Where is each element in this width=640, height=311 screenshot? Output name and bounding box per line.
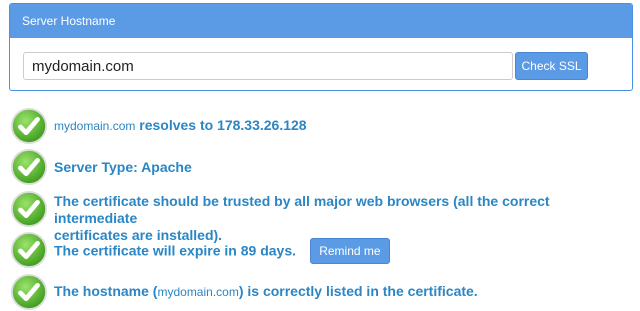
hostname-after: ) is correctly listed in the certificate…	[238, 283, 478, 299]
resolves-text: resolves to 178.33.26.128	[135, 117, 307, 133]
hostname-input[interactable]	[23, 52, 513, 80]
check-icon	[10, 107, 48, 145]
check-icon	[10, 273, 48, 311]
expiry-text: The certificate will expire in 89 days.	[54, 242, 296, 259]
server-hostname-panel: Server Hostname Check SSL	[9, 3, 633, 91]
panel-header: Server Hostname	[10, 4, 632, 38]
check-icon	[10, 190, 48, 228]
result-text: Server Type: Apache	[54, 159, 192, 175]
result-resolves: mydomain.com resolves to 178.33.26.128	[10, 107, 307, 145]
check-icon	[10, 231, 48, 269]
result-text: mydomain.com resolves to 178.33.26.128	[54, 117, 307, 135]
trusted-line-1: The certificate should be trusted by all…	[54, 193, 550, 226]
result-text: The hostname (mydomain.com) is correctly…	[54, 283, 478, 301]
result-hostname-listed: The hostname (mydomain.com) is correctly…	[10, 273, 478, 311]
hostname-text: mydomain.com	[54, 119, 136, 133]
hostname-value: mydomain.com	[157, 285, 239, 299]
hostname-before: The hostname (	[54, 283, 158, 299]
result-text: The certificate will expire in 89 days. …	[54, 238, 390, 265]
result-server-type: Server Type: Apache	[10, 148, 192, 186]
check-icon	[10, 148, 48, 186]
check-ssl-button[interactable]: Check SSL	[515, 52, 588, 80]
result-expiry: The certificate will expire in 89 days. …	[10, 231, 390, 269]
remind-me-button[interactable]: Remind me	[309, 238, 390, 264]
